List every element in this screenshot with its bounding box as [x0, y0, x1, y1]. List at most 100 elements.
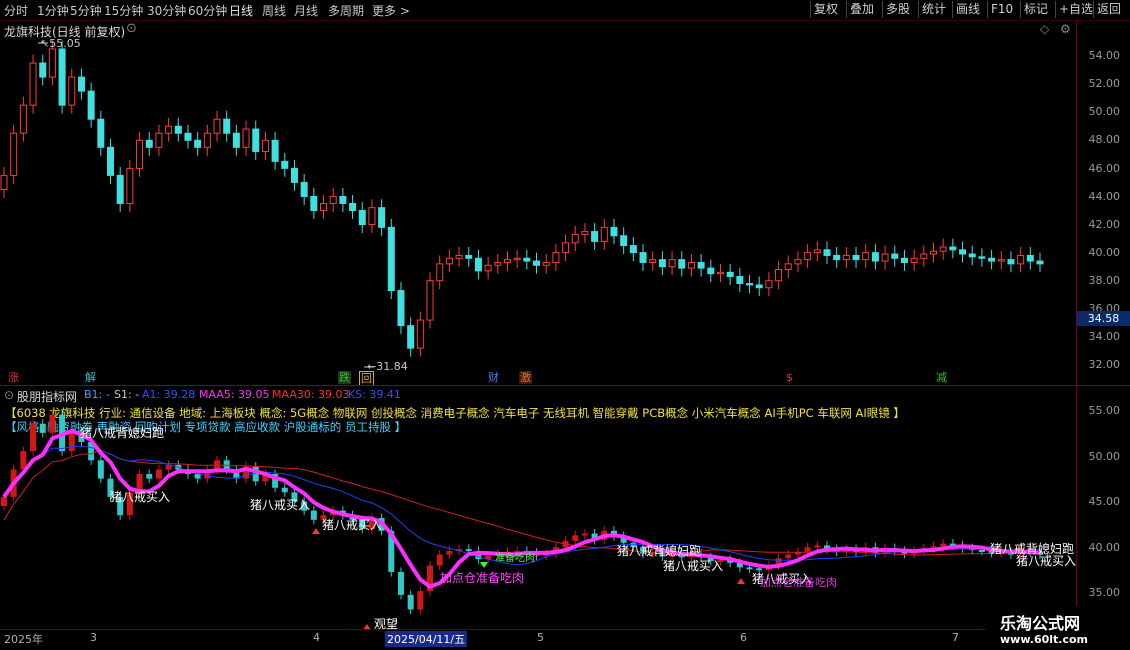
candle-up: [494, 261, 502, 266]
back-button[interactable]: 返回: [1093, 1, 1124, 18]
candlestick-chart: [0, 40, 1044, 368]
candle-up: [445, 257, 453, 265]
candle-up: [29, 62, 37, 106]
high-price-label: ↖55.05: [40, 37, 81, 50]
price-tick: 52.00: [1088, 77, 1121, 90]
candle-up: [10, 132, 18, 176]
candle-down: [678, 259, 686, 269]
period-tab-weekly[interactable]: 周线: [262, 2, 286, 19]
price-tick: 32.00: [1088, 358, 1121, 371]
draw-line-button[interactable]: 画线: [952, 1, 983, 18]
period-tab-monthly[interactable]: 月线: [294, 2, 318, 19]
candle-down: [900, 257, 908, 263]
candle-up: [997, 259, 1005, 262]
candle-up: [813, 249, 821, 254]
indicator-candle-down: [310, 510, 317, 520]
indicator-candle-down: [97, 460, 104, 479]
candle-down: [697, 261, 705, 269]
candle-down: [949, 246, 957, 251]
period-tab-daily[interactable]: 日线: [229, 2, 253, 19]
indicator-candle-up: [436, 554, 443, 566]
price-tick: 42.00: [1088, 218, 1121, 231]
indicator-tick: 35.00: [1088, 586, 1121, 599]
indicator-candle-up: [940, 543, 947, 547]
candle-up: [203, 132, 211, 148]
statistics-button[interactable]: 统计: [918, 1, 949, 18]
indicator-candle-down: [39, 423, 46, 433]
price-tick: 46.00: [1088, 162, 1121, 175]
indicator-candle-up: [49, 414, 56, 433]
signal-label: 猪八戒背媳妇跑: [80, 426, 165, 440]
price-tick: 50.00: [1088, 105, 1121, 118]
mark-button[interactable]: 标记: [1020, 1, 1051, 18]
indicator-tick: 45.00: [1088, 495, 1121, 508]
candle-down: [310, 195, 318, 211]
price-tick: 44.00: [1088, 190, 1121, 203]
candle-down: [97, 118, 105, 148]
candle-up: [668, 259, 676, 268]
candle-up: [513, 257, 521, 261]
candle-down: [107, 146, 115, 176]
candle-up: [213, 118, 221, 134]
candle-down: [736, 276, 744, 285]
candle-down: [281, 160, 289, 169]
multi-stock-button[interactable]: 多股: [882, 1, 913, 18]
event-badge-reduce[interactable]: 减: [935, 371, 948, 384]
candle-up: [784, 263, 792, 270]
candle-down: [77, 76, 85, 92]
restore-rights-button[interactable]: 复权: [810, 1, 841, 18]
candle-up: [716, 271, 724, 275]
signal-label: 猪八戒买入: [322, 518, 383, 532]
candle-up: [600, 226, 608, 242]
period-tab-multi[interactable]: 多周期: [328, 2, 364, 19]
candle-down: [639, 252, 647, 263]
period-tab-15min[interactable]: 15分钟: [104, 2, 143, 19]
candle-down: [232, 132, 240, 148]
period-tab-1min[interactable]: 1分钟: [37, 2, 69, 19]
period-tab-more[interactable]: 更多 >: [372, 2, 410, 19]
event-badge-drop[interactable]: 跌: [338, 371, 351, 384]
candle-up: [155, 132, 163, 148]
candle-up: [261, 139, 269, 153]
candle-down: [378, 207, 386, 228]
add-watchlist-button[interactable]: +自选: [1055, 1, 1096, 18]
signal-label: 加点仓准备吃肉: [440, 571, 525, 585]
candle-up: [484, 264, 492, 272]
period-tab-60min[interactable]: 60分钟: [188, 2, 227, 19]
event-badge-unlock[interactable]: 解: [84, 371, 97, 384]
candle-down: [968, 253, 976, 258]
event-badge-incentive[interactable]: 激: [519, 371, 532, 384]
candle-up: [503, 259, 511, 263]
indicator-candle-up: [417, 591, 424, 610]
candle-up: [136, 139, 144, 169]
candle-down: [726, 271, 734, 278]
candle-up: [320, 202, 328, 212]
period-tab-intraday[interactable]: 分时: [4, 2, 28, 19]
indicator-candle-up: [446, 550, 453, 555]
candle-up: [562, 242, 570, 254]
candle-down: [174, 125, 182, 134]
candle-down: [1036, 260, 1044, 265]
candle-up: [416, 319, 424, 349]
event-badge-financial[interactable]: 财: [487, 371, 500, 384]
event-badge-buyback[interactable]: 回: [359, 371, 374, 386]
candle-down: [58, 48, 66, 106]
candle-up: [48, 48, 56, 78]
candle-down: [252, 128, 260, 153]
signal-label: 猪八戒买入: [250, 498, 311, 512]
event-badge-limit-up[interactable]: 涨: [7, 371, 20, 384]
candle-up: [242, 128, 250, 148]
candle-up: [862, 252, 870, 261]
period-tab-5min[interactable]: 5分钟: [70, 2, 102, 19]
date-label: 4: [313, 631, 320, 644]
overlay-button[interactable]: 叠加: [846, 1, 877, 18]
candle-down: [658, 259, 666, 268]
candle-down: [852, 254, 860, 261]
high-price-value: 55.05: [49, 37, 81, 50]
candle-down: [339, 195, 347, 204]
f10-button[interactable]: F10: [987, 1, 1016, 18]
candle-up: [794, 259, 802, 265]
date-axis-line: [0, 629, 1076, 630]
period-tab-30min[interactable]: 30分钟: [147, 2, 186, 19]
event-badge-dividend[interactable]: $: [785, 371, 794, 384]
